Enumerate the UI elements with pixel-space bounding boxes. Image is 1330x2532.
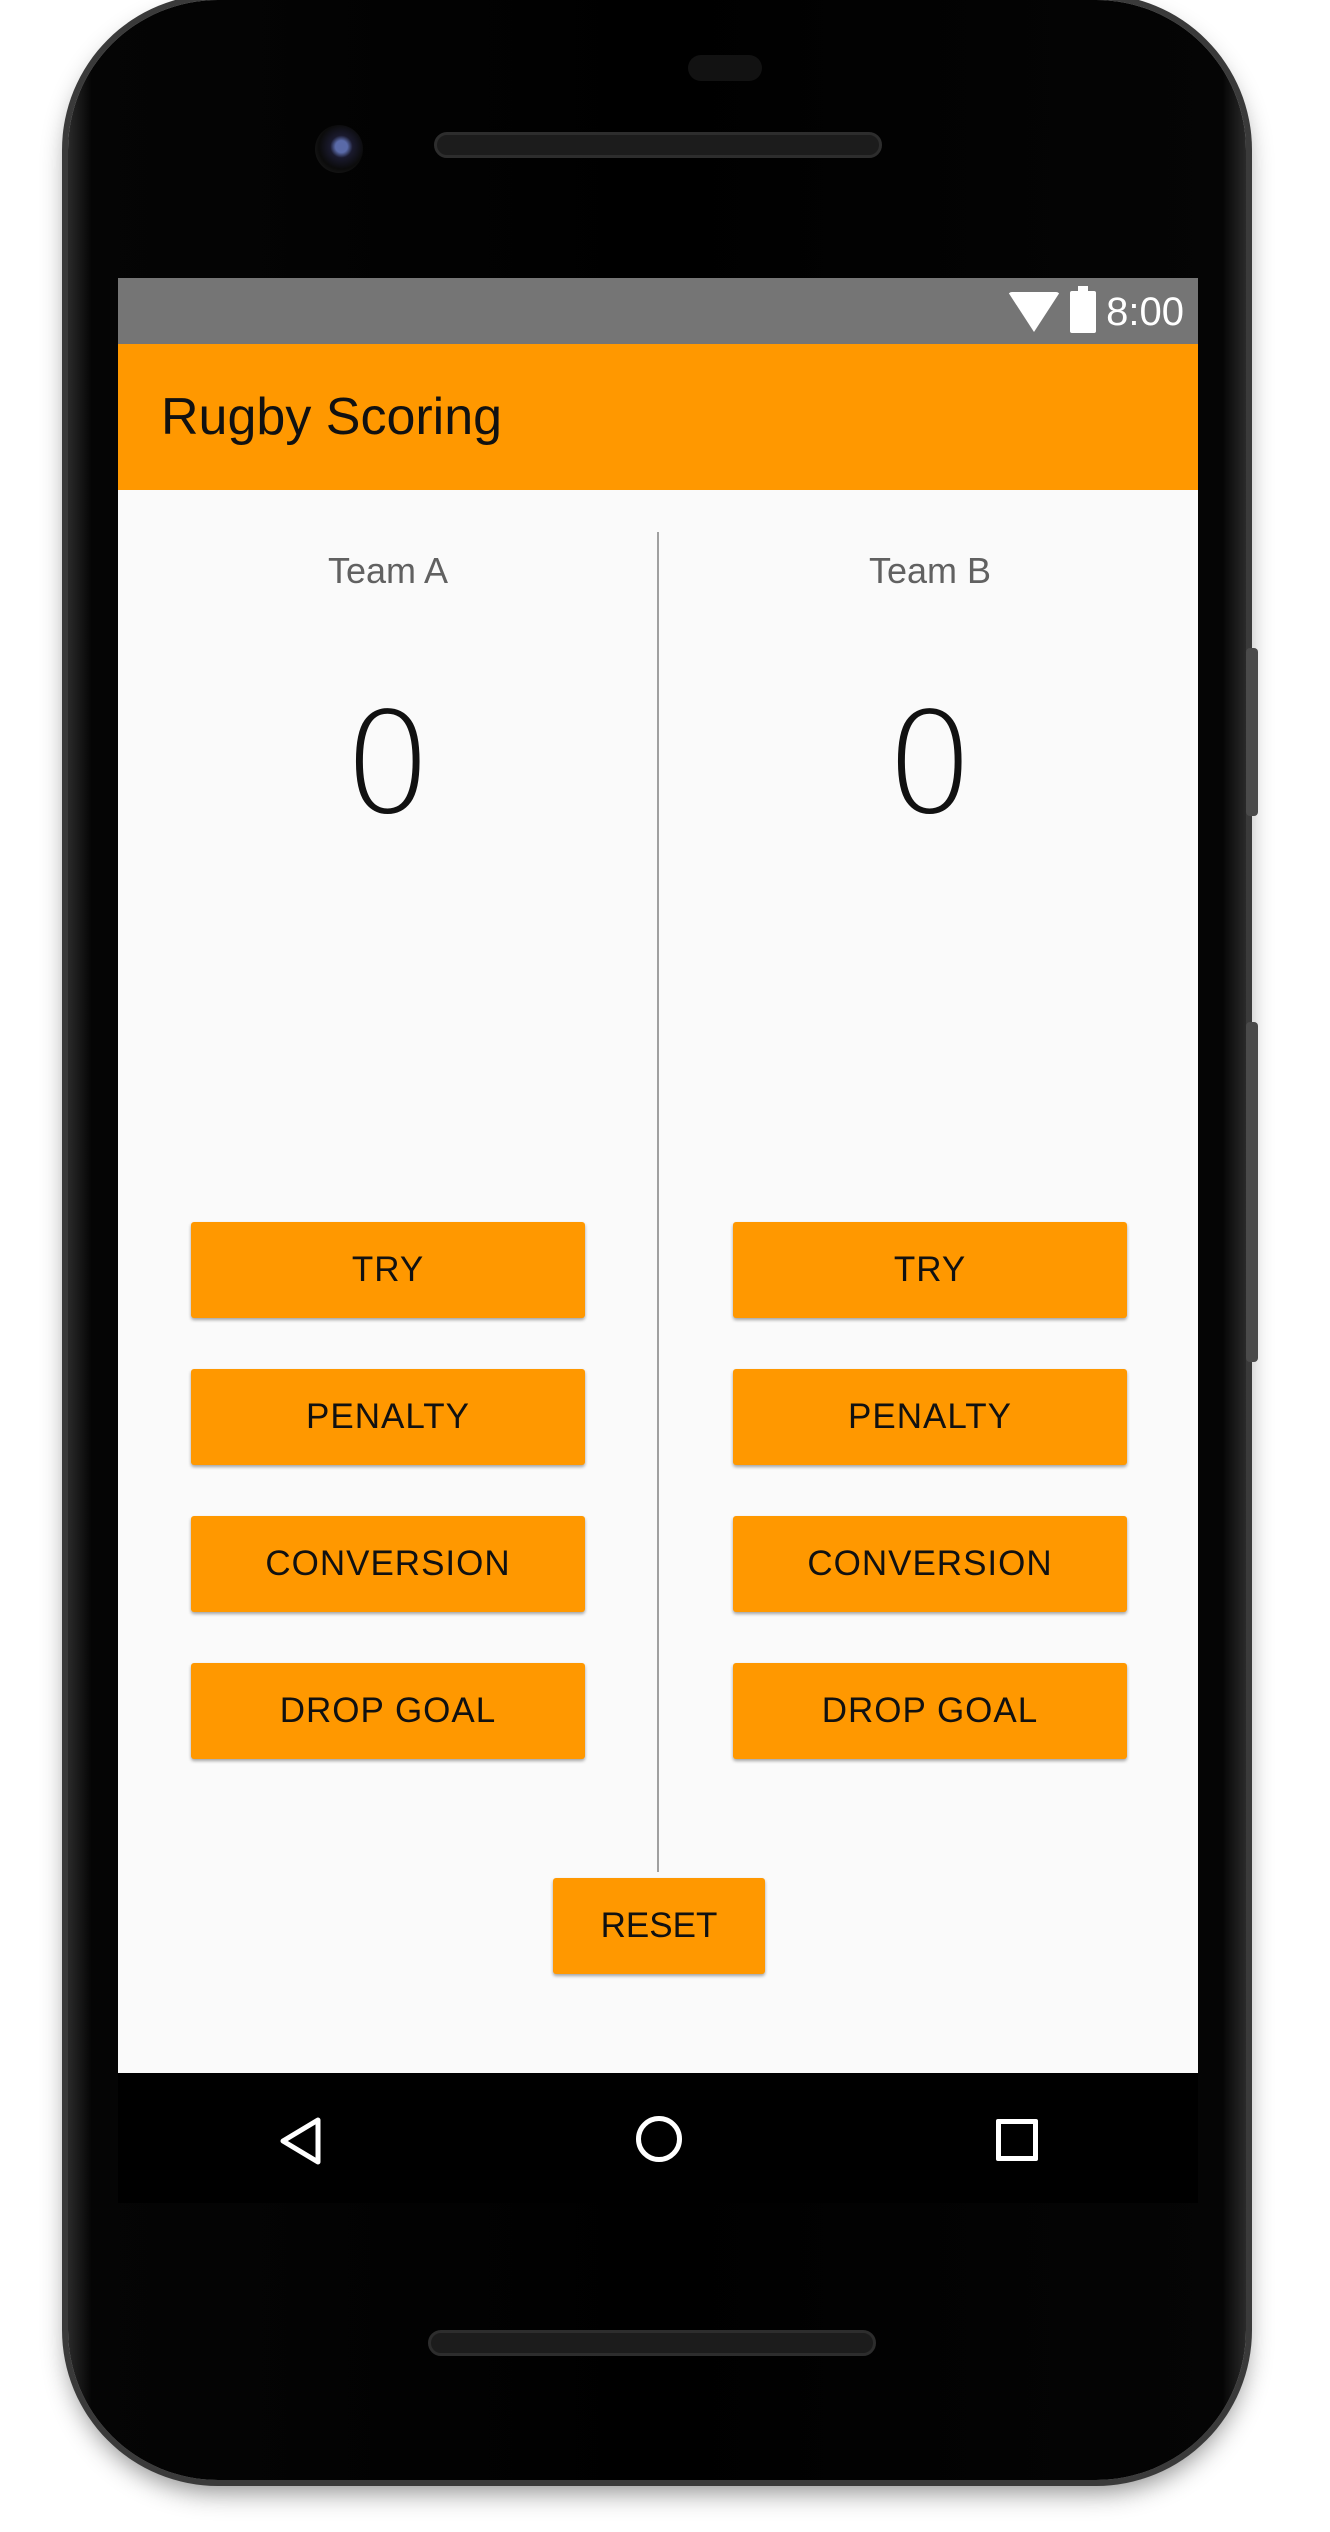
team-b-column: Team B 0 TRY PENALTY CONVERSION DROP GOA… [660, 490, 1198, 1880]
team-b-try-button[interactable]: TRY [733, 1222, 1127, 1318]
navigation-bar [118, 2073, 1198, 2203]
team-a-conversion-button[interactable]: CONVERSION [191, 1516, 585, 1612]
app-bar: Rugby Scoring [118, 344, 1198, 490]
bottom-speaker-grille [428, 2330, 876, 2356]
home-icon[interactable] [636, 2116, 682, 2162]
team-a-penalty-button[interactable]: PENALTY [191, 1369, 585, 1465]
proximity-sensor [688, 55, 762, 81]
column-divider [657, 532, 659, 1872]
team-a-column: Team A 0 TRY PENALTY CONVERSION DROP GOA… [118, 490, 658, 1880]
app-screen: 8:00 Rugby Scoring Team A 0 TRY PENALTY … [118, 278, 1198, 2073]
battery-icon [1070, 286, 1097, 333]
team-a-try-button[interactable]: TRY [191, 1222, 585, 1318]
reset-button[interactable]: RESET [553, 1878, 765, 1974]
status-clock: 8:00 [1106, 289, 1184, 334]
top-speaker-grille [434, 132, 882, 158]
back-icon[interactable] [278, 2116, 322, 2166]
volume-rocker [1246, 1022, 1258, 1362]
team-a-score: 0 [343, 683, 433, 846]
power-button [1246, 648, 1258, 816]
app-title: Rugby Scoring [161, 388, 503, 446]
recents-icon[interactable] [996, 2119, 1038, 2161]
team-b-drop-goal-button[interactable]: DROP GOAL [733, 1663, 1127, 1759]
team-b-name: Team B [868, 550, 992, 591]
front-camera [315, 125, 363, 173]
team-b-conversion-button[interactable]: CONVERSION [733, 1516, 1127, 1612]
team-a-drop-goal-button[interactable]: DROP GOAL [191, 1663, 585, 1759]
team-a-name: Team A [327, 550, 449, 591]
team-b-score: 0 [885, 683, 975, 846]
team-b-penalty-button[interactable]: PENALTY [733, 1369, 1127, 1465]
wifi-icon [1008, 292, 1061, 332]
status-bar: 8:00 [118, 278, 1198, 344]
